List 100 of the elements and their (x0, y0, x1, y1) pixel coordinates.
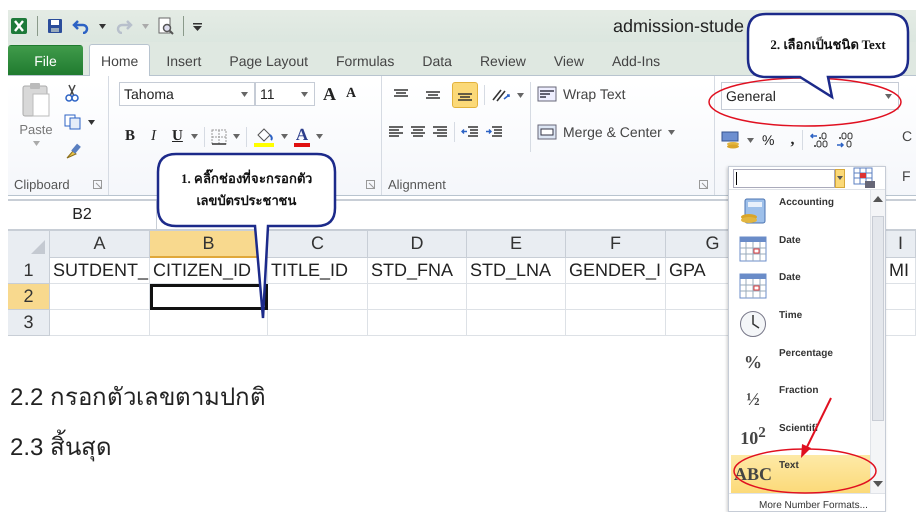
caret-icon[interactable] (316, 134, 324, 139)
caret-icon[interactable] (232, 134, 240, 139)
group-label: Alignment (388, 176, 446, 192)
font-color-button[interactable]: A (294, 126, 310, 147)
grow-font-button[interactable]: A (321, 85, 338, 103)
scroll-down-icon[interactable] (873, 481, 883, 487)
column-header[interactable]: I (886, 231, 916, 258)
bottom-align-button[interactable] (452, 82, 478, 108)
italic-button[interactable]: I (149, 129, 158, 144)
save-icon[interactable] (47, 18, 63, 34)
table-cell[interactable] (150, 284, 268, 310)
comma-button[interactable]: , (788, 132, 796, 148)
ribbon-tab[interactable]: File (8, 45, 83, 75)
increase-indent-icon[interactable] (485, 125, 503, 139)
caret-icon[interactable] (517, 92, 524, 98)
column-header[interactable]: A (50, 231, 150, 258)
more-formats-link[interactable]: More Number Formats... (729, 494, 885, 511)
text-orientation-icon[interactable] (491, 87, 511, 103)
clock-icon (739, 310, 767, 338)
fill-color-icon[interactable] (252, 126, 275, 146)
increase-decimal-icon[interactable] (809, 131, 830, 149)
merge-center-button[interactable]: Merge & Center (537, 120, 675, 144)
caret-icon[interactable] (190, 134, 198, 139)
ribbon-tab[interactable]: Insert (154, 45, 214, 75)
callout-text: 1. คลิ๊กช่องที่จะกรอกตัว เลขบัตรประชาชน (181, 168, 312, 210)
row-header[interactable]: 2 (8, 284, 50, 310)
window-title: admission-stude (612, 16, 744, 36)
format-symbol: % (744, 352, 762, 371)
align-left-icon[interactable] (388, 125, 404, 139)
ribbon-tab[interactable]: Formulas (324, 45, 406, 75)
merge-cells-icon (537, 124, 557, 140)
row-header[interactable]: 3 (8, 310, 50, 336)
percent-button[interactable]: % (760, 133, 776, 147)
decrease-indent-icon[interactable] (461, 125, 479, 139)
column-header[interactable]: D (368, 231, 467, 258)
caret-icon (301, 92, 308, 96)
instruction-text: 2.3 สิ้นสุด (10, 432, 266, 464)
group-label: Clipboard (14, 176, 70, 192)
underline-button[interactable]: U (170, 129, 185, 144)
caret-icon (668, 130, 675, 134)
dialog-launcher-icon[interactable] (366, 180, 375, 188)
cut-icon[interactable] (64, 84, 80, 102)
undo-icon[interactable] (72, 18, 90, 34)
copy-icon[interactable] (64, 114, 82, 130)
ribbon-tab[interactable]: Page Layout (217, 45, 320, 75)
borders-icon[interactable] (210, 128, 227, 144)
column-header[interactable]: F (566, 231, 666, 258)
caret-icon (837, 176, 843, 180)
caret-icon (241, 92, 248, 96)
caret-icon (885, 94, 892, 98)
ribbon-tab[interactable]: View (542, 45, 596, 75)
format-option[interactable]: Accounting (731, 192, 870, 230)
table-cell[interactable]: STD_FNA (368, 258, 467, 284)
dropdown-button[interactable] (835, 168, 845, 188)
caret-icon[interactable] (99, 24, 106, 28)
excel-logo-icon[interactable] (10, 17, 28, 35)
font-size-field[interactable]: 11 (255, 82, 315, 106)
wrap-text-button[interactable]: Wrap Text (537, 82, 675, 106)
ribbon-label[interactable]: F (902, 168, 912, 184)
bold-button[interactable]: B (123, 129, 138, 144)
caret-icon[interactable] (747, 138, 754, 142)
number-format-field[interactable]: General (721, 82, 899, 110)
format-option[interactable]: % Percentage (731, 342, 870, 380)
dialog-launcher-icon[interactable] (699, 180, 708, 188)
row-header[interactable]: 1 (8, 258, 50, 284)
font-name-field[interactable]: Tahoma (119, 82, 255, 106)
column-header[interactable]: E (467, 231, 566, 258)
format-symbol: 10$^{2}$ (740, 426, 766, 448)
table-format-icon[interactable] (853, 167, 875, 190)
instruction-text: 2.2 กรอกตัวเลขตามปกติ (10, 383, 266, 413)
caret-icon[interactable] (88, 120, 95, 124)
table-cell[interactable]: SUTDENT_ (50, 258, 150, 284)
ribbon-tab[interactable]: Add-Ins (600, 45, 672, 75)
ribbon-label[interactable]: C (902, 128, 912, 144)
table-cell[interactable]: GENDER_I (566, 258, 666, 284)
table-cell[interactable]: TITLE_ID (268, 258, 368, 284)
dialog-launcher-icon[interactable] (93, 180, 102, 188)
calculator-coins-icon (739, 197, 767, 226)
caret-icon[interactable] (280, 134, 288, 139)
column-header[interactable]: C (268, 231, 368, 258)
align-right-icon[interactable] (432, 125, 448, 139)
currency-icon[interactable] (721, 131, 741, 149)
ribbon-tab[interactable]: Home (89, 44, 150, 76)
table-cell[interactable]: STD_LNA (467, 258, 566, 284)
align-center-icon[interactable] (410, 125, 426, 139)
format-option[interactable]: Time (731, 305, 870, 343)
paste-label[interactable]: Paste (19, 122, 53, 137)
ribbon-tab[interactable]: Review (468, 45, 538, 75)
ribbon-tab[interactable]: Data (410, 45, 464, 75)
calendar-icon (739, 236, 767, 262)
shrink-font-button[interactable]: A (344, 87, 358, 101)
customize-toolbar-icon[interactable] (193, 22, 202, 30)
calendar-icon (739, 273, 767, 300)
format-option[interactable]: ½ Fraction (731, 380, 870, 418)
scrollbar[interactable] (870, 190, 885, 493)
print-preview-icon[interactable] (158, 17, 174, 35)
decrease-decimal-icon[interactable] (835, 131, 856, 149)
format-painter-icon[interactable] (64, 142, 82, 160)
callout-text: 2. เลือกเป็นชนิด Text (770, 36, 886, 54)
format-input-field[interactable] (733, 168, 835, 188)
